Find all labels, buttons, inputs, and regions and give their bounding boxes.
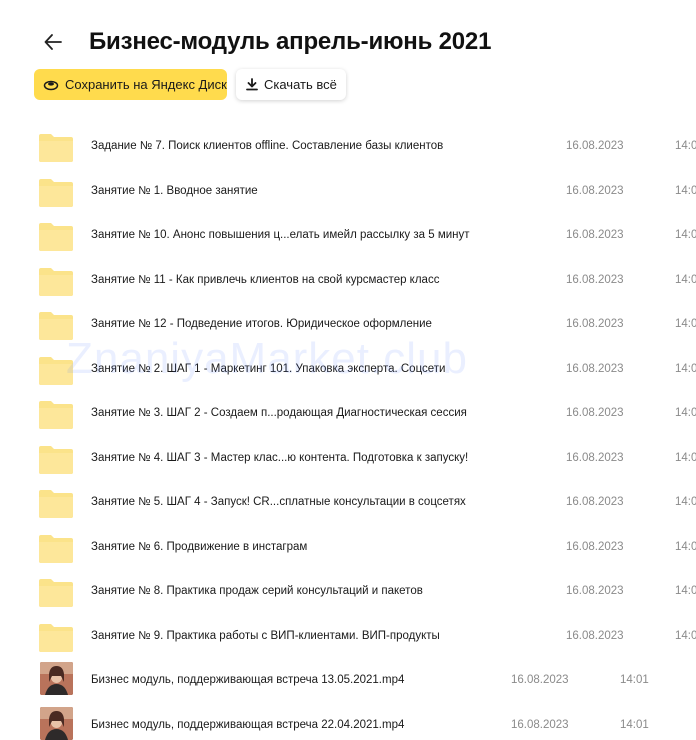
item-time: 14:0	[675, 407, 696, 419]
folder-icon	[38, 487, 74, 519]
item-time: 14:01	[620, 718, 649, 731]
item-time: 14:0	[675, 184, 696, 197]
page-title: Бизнес-модуль апрель-июнь 2021	[89, 28, 492, 55]
item-name: Занятие № 9. Практика работы с ВИП-клиен…	[91, 629, 440, 642]
item-date: 16.08.2023	[566, 184, 624, 197]
item-time: 14:01	[620, 674, 649, 686]
item-time: 14:0	[675, 273, 696, 286]
item-name: Занятие № 8. Практика продаж серий консу…	[91, 585, 423, 597]
folder-icon	[38, 265, 74, 297]
folder-row[interactable]: Занятие № 6. Продвижение в инстаграм 16.0…	[0, 525, 696, 570]
folder-icon	[38, 176, 74, 208]
folder-row[interactable]: Занятие № 3. ШАГ 2 - Создаем п...родающа…	[0, 391, 696, 436]
item-time: 14:0	[675, 140, 696, 152]
folder-icon	[38, 576, 74, 608]
file-list: Задание № 7. Поиск клиентов offline. Сос…	[0, 124, 696, 740]
folder-row[interactable]: Занятие № 12 - Подведение итогов. Юридич…	[0, 302, 696, 347]
folder-row[interactable]: Задание № 7. Поиск клиентов offline. Сос…	[0, 124, 696, 169]
item-name: Занятие № 11 - Как привлечь клиентов на …	[91, 273, 440, 286]
save-button-label: Сохранить на Яндекс Диск	[65, 77, 227, 92]
video-thumbnail	[40, 706, 73, 740]
item-name: Занятие № 1. Вводное занятие	[91, 184, 258, 197]
item-date: 16.08.2023	[566, 496, 624, 508]
folder-icon	[38, 621, 74, 653]
download-button-label: Скачать всё	[264, 77, 337, 92]
folder-icon	[38, 131, 74, 163]
item-date: 16.08.2023	[566, 629, 624, 642]
item-date: 16.08.2023	[566, 407, 624, 419]
item-name: Занятие № 3. ШАГ 2 - Создаем п...родающа…	[91, 407, 467, 419]
item-name: Бизнес модуль, поддерживающая встреча 13…	[91, 674, 405, 686]
folder-row[interactable]: Занятие № 10. Анонс повышения ц...елать …	[0, 213, 696, 258]
video-thumbnail	[40, 662, 73, 695]
item-name: Занятие № 5. ШАГ 4 - Запуск! CR...сплатн…	[91, 496, 466, 508]
back-button[interactable]	[40, 31, 66, 57]
item-time: 14:0	[675, 318, 696, 330]
folder-row[interactable]: Занятие № 4. ШАГ 3 - Мастер клас...ю кон…	[0, 436, 696, 481]
item-name: Занятие № 12 - Подведение итогов. Юридич…	[91, 318, 432, 330]
item-name: Бизнес модуль, поддерживающая встреча 22…	[91, 718, 405, 731]
folder-row[interactable]: Занятие № 11 - Как привлечь клиентов на …	[0, 258, 696, 303]
item-date: 16.08.2023	[566, 318, 624, 330]
item-name: Занятие № 10. Анонс повышения ц...елать …	[91, 229, 470, 241]
item-date: 16.08.2023	[511, 718, 569, 731]
item-name: Занятие № 2. ШАГ 1 - Маркетинг 101. Упак…	[91, 362, 446, 375]
folder-row[interactable]: Занятие № 8. Практика продаж серий консу…	[0, 569, 696, 614]
folder-icon	[38, 309, 74, 341]
item-time: 14:0	[675, 629, 696, 642]
item-name: Занятие № 6. Продвижение в инстаграм	[91, 540, 308, 553]
item-time: 14:0	[675, 451, 696, 464]
folder-icon	[38, 443, 74, 475]
item-time: 14:0	[675, 540, 696, 553]
download-icon	[246, 78, 258, 91]
item-date: 16.08.2023	[566, 362, 624, 375]
folder-row[interactable]: Занятие № 5. ШАГ 4 - Запуск! CR...сплатн…	[0, 480, 696, 525]
save-to-disk-button[interactable]: Сохранить на Яндекс Диск	[34, 69, 227, 100]
item-time: 14:0	[675, 585, 696, 597]
item-date: 16.08.2023	[566, 229, 624, 241]
folder-row[interactable]: Занятие № 2. ШАГ 1 - Маркетинг 101. Упак…	[0, 347, 696, 392]
item-name: Занятие № 4. ШАГ 3 - Мастер клас...ю кон…	[91, 451, 469, 464]
download-all-button[interactable]: Скачать всё	[236, 69, 346, 100]
folder-icon	[38, 532, 74, 564]
folder-row[interactable]: Занятие № 1. Вводное занятие 16.08.2023 14…	[0, 169, 696, 214]
folder-icon	[38, 354, 74, 386]
item-date: 16.08.2023	[511, 674, 569, 686]
folder-icon	[38, 398, 74, 430]
item-time: 14:0	[675, 229, 696, 241]
item-name: Задание № 7. Поиск клиентов offline. Сос…	[91, 140, 444, 152]
item-date: 16.08.2023	[566, 273, 624, 286]
disk-icon	[43, 79, 59, 91]
item-date: 16.08.2023	[566, 451, 624, 464]
item-date: 16.08.2023	[566, 540, 624, 553]
item-date: 16.08.2023	[566, 585, 624, 597]
item-time: 14:0	[675, 496, 696, 508]
folder-icon	[38, 220, 74, 252]
item-time: 14:0	[675, 362, 696, 375]
folder-row[interactable]: Занятие № 9. Практика работы с ВИП-клиен…	[0, 614, 696, 659]
file-row[interactable]: Бизнес модуль, поддерживающая встреча 22…	[0, 703, 696, 740]
file-row[interactable]: Бизнес модуль, поддерживающая встреча 13…	[0, 658, 696, 703]
arrow-left-icon	[44, 33, 62, 55]
item-date: 16.08.2023	[566, 140, 624, 152]
